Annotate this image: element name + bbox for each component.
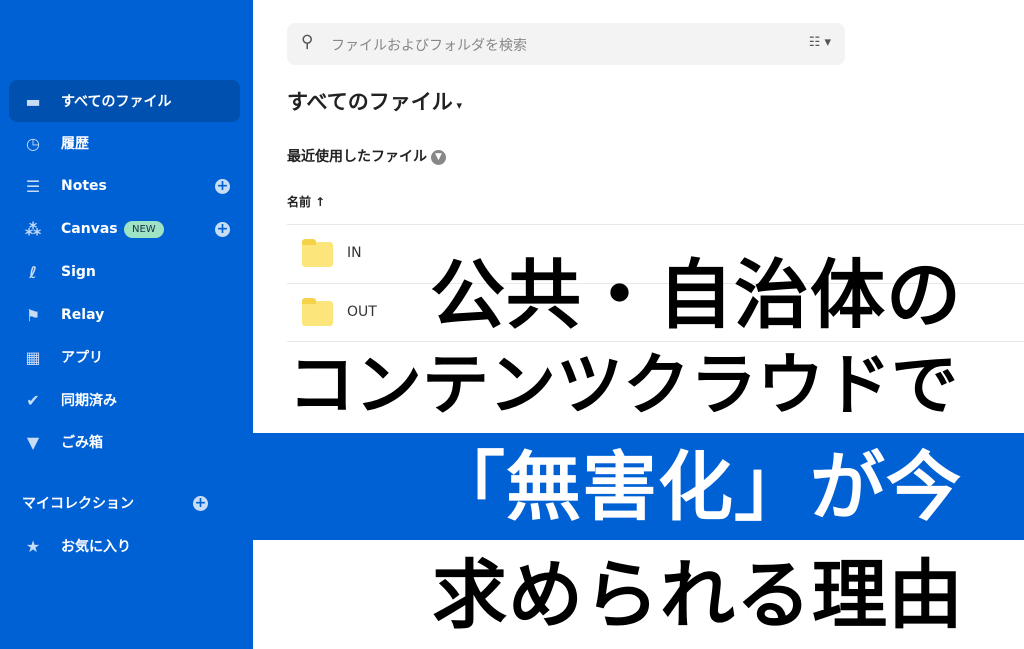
add-collection-icon[interactable]: + [193,495,208,511]
sidebar-item-sign[interactable]: ℓ Sign [9,251,240,293]
sidebar-item-history[interactable]: ◷ 履歴 [9,122,240,164]
relay-icon: ⚑ [25,305,41,325]
sidebar-item-trash[interactable]: ▼ ごみ箱 [9,421,240,463]
clock-icon: ◷ [26,133,40,153]
filter-icon[interactable]: ☷ ▾ [809,35,831,50]
notes-icon: ☰ [25,176,41,196]
headline-line-4: 求められる理由 [432,551,965,639]
add-canvas-icon[interactable]: + [215,221,230,237]
canvas-icon: ⁂ [24,219,42,239]
headline-line-1: 公共・自治体の [430,251,963,339]
column-header-name[interactable]: 名前 ↑ [287,193,325,210]
sidebar-item-relay[interactable]: ⚑ Relay [9,294,240,336]
sidebar-item-synced[interactable]: ✔ 同期済み [9,379,240,421]
sidebar-item-notes[interactable]: ☰ Notes + [9,165,240,207]
new-badge: NEW [124,220,164,238]
signature-icon: ℓ [29,262,37,282]
folder-icon: ▬ [25,91,41,111]
chevron-down-icon: ▾ [452,99,463,112]
folder-icon [302,239,333,267]
sidebar-item-favorites[interactable]: ★ お気に入り [9,525,240,567]
recent-files-toggle[interactable]: 最近使用したファイル ▼ [287,146,446,166]
add-note-icon[interactable]: + [215,178,230,194]
sidebar-item-apps[interactable]: ▦ アプリ [9,336,240,378]
star-collection-icon: ★ [25,536,41,556]
search-icon: ⚲ [301,32,314,52]
page-title[interactable]: すべてのファイル ▾ [287,86,462,116]
trash-icon: ▼ [26,432,40,452]
headline-line-3: 「無害化」が今 [430,443,963,531]
folder-icon [302,298,333,326]
sidebar: ▬ すべてのファイル ◷ 履歴 ☰ Notes + ⁂ Canvas NEW + ℓ Sign … [0,0,253,649]
headline-line-2: コンテンツクラウドで [288,346,958,424]
sidebar-item-canvas[interactable]: ⁂ Canvas NEW + [9,208,240,250]
check-circle-icon: ✔ [26,390,40,410]
search-input[interactable]: ⚲ ファイルおよびフォルダを検索 ☷ ▾ [287,23,845,65]
grid-icon: ▦ [25,347,41,367]
my-collections-header[interactable]: マイコレクション + [0,482,231,524]
sidebar-item-all-files[interactable]: ▬ すべてのファイル [9,80,240,122]
chevron-down-icon: ▼ [431,149,446,165]
